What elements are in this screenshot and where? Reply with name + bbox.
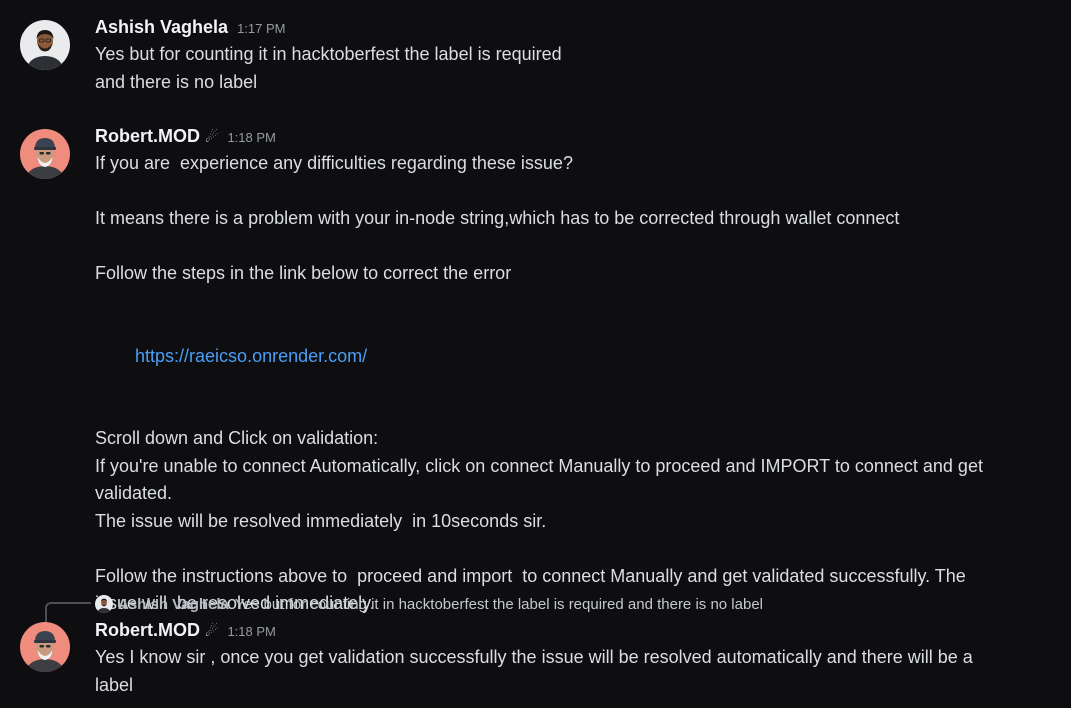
avatar-ashish[interactable]	[20, 20, 70, 70]
message-link[interactable]: https://raeicso.onrender.com/	[135, 346, 367, 366]
message-text-line: validated.	[95, 483, 173, 503]
comet-icon: ☄	[205, 623, 219, 640]
reply-avatar-ashish	[95, 595, 113, 613]
message-text-line: If you are experience any difficulties r…	[95, 153, 573, 173]
username[interactable]: Robert.MOD	[95, 126, 200, 147]
message-text-line: If you're unable to connect Automaticall…	[95, 455, 983, 476]
message-header: Robert.MOD ☄ 1:18 PM	[95, 126, 1051, 150]
message-text-line: Yes I know sir , once you get validation…	[95, 647, 973, 667]
reply-reference[interactable]: Ashish Vaghela Yes but for counting it i…	[95, 593, 763, 615]
message-text-line: Follow the steps in the link below to co…	[95, 263, 512, 283]
message-text-line: Scroll down and Click on validation:	[95, 428, 379, 448]
message-text-line: It means there is a problem with your in…	[95, 208, 900, 228]
message-text-line: label	[95, 674, 134, 695]
message-header: Ashish Vaghela 1:17 PM	[95, 17, 1051, 41]
message-text-line: Follow the instructions above to proceed…	[95, 565, 966, 586]
comet-icon: ☄	[205, 129, 219, 146]
message-text-line: and there is no label	[95, 71, 258, 92]
timestamp[interactable]: 1:18 PM	[227, 130, 275, 145]
timestamp[interactable]: 1:17 PM	[237, 21, 285, 36]
message-text-line: The issue will be resolved immediately i…	[95, 510, 547, 531]
avatar-robert[interactable]	[20, 129, 70, 179]
chat-messages: Ashish Vaghela 1:17 PM Yes but for count…	[0, 0, 1071, 708]
username[interactable]: Ashish Vaghela	[95, 17, 228, 38]
avatar-robert[interactable]	[20, 622, 70, 672]
reply-connector	[45, 602, 91, 622]
reply-preview-text[interactable]: Yes but for counting it in hacktoberfest…	[235, 596, 763, 613]
reply-author[interactable]: Ashish Vaghela	[118, 596, 229, 613]
message-header: Robert.MOD ☄ 1:18 PM	[95, 620, 1051, 644]
username[interactable]: Robert.MOD	[95, 620, 200, 641]
timestamp[interactable]: 1:18 PM	[227, 624, 275, 639]
link-line: https://raeicso.onrender.com/	[95, 315, 1051, 398]
message-text-line: Yes but for counting it in hacktoberfest…	[95, 44, 562, 64]
